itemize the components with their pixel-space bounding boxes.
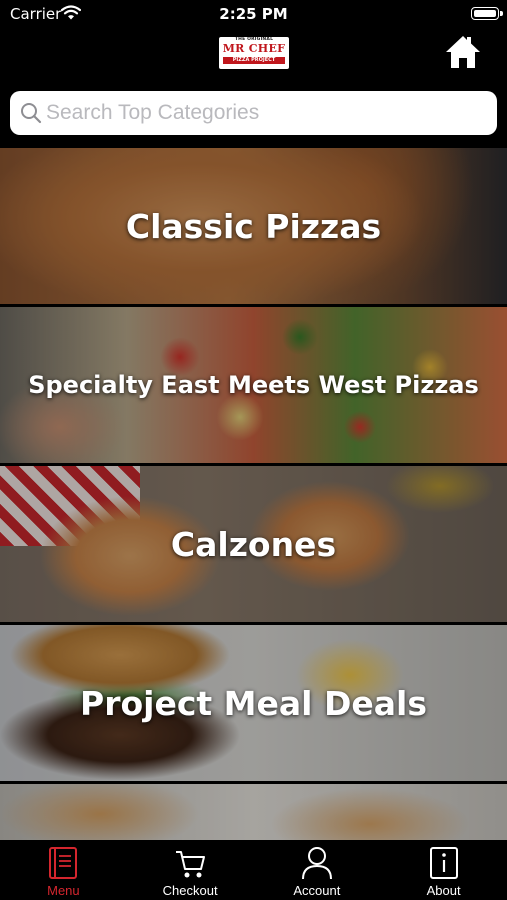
tab-label: Checkout	[162, 883, 218, 898]
status-bar: Carrier 2:25 PM	[0, 0, 507, 28]
logo-line-2: MR CHEF	[222, 42, 286, 55]
brand-logo: THE ORIGINAL MR CHEF PIZZA PROJECT	[219, 37, 289, 69]
tab-checkout[interactable]: Checkout	[127, 840, 254, 900]
category-label: Classic Pizzas	[125, 206, 382, 246]
tab-label: Account	[293, 883, 341, 898]
user-icon	[301, 847, 332, 880]
cart-icon	[176, 851, 206, 878]
category-label	[0, 784, 507, 840]
category-label: Calzones	[170, 524, 337, 564]
category-label: Project Meal Deals	[80, 683, 427, 723]
category-list[interactable]: Classic Pizzas Specialty East Meets West…	[0, 148, 507, 840]
app-header: THE ORIGINAL MR CHEF PIZZA PROJECT	[0, 28, 507, 84]
category-tile-meal-deals[interactable]: Project Meal Deals	[0, 625, 507, 781]
search-bar[interactable]	[10, 91, 497, 135]
tab-menu[interactable]: Menu	[0, 840, 127, 900]
home-button[interactable]	[444, 34, 482, 70]
search-input[interactable]	[46, 91, 486, 135]
tab-label: Menu	[47, 883, 80, 898]
category-tile-partial[interactable]	[0, 784, 507, 840]
logo-line-3: PIZZA PROJECT	[223, 57, 285, 64]
category-label: Specialty East Meets West Pizzas	[28, 371, 479, 399]
menu-book-icon	[49, 847, 78, 879]
tab-about[interactable]: About	[380, 840, 507, 900]
category-tile-specialty-pizzas[interactable]: Specialty East Meets West Pizzas	[0, 307, 507, 463]
tab-account[interactable]: Account	[254, 840, 381, 900]
search-icon	[20, 102, 42, 128]
home-icon	[446, 36, 480, 68]
battery-icon	[471, 7, 503, 20]
category-tile-classic-pizzas[interactable]: Classic Pizzas	[0, 148, 507, 304]
info-icon	[429, 847, 458, 879]
tab-label: About	[426, 883, 461, 898]
status-time: 2:25 PM	[219, 5, 288, 23]
category-tile-calzones[interactable]: Calzones	[0, 466, 507, 622]
tab-bar: Menu Checkout Account About	[0, 840, 507, 900]
